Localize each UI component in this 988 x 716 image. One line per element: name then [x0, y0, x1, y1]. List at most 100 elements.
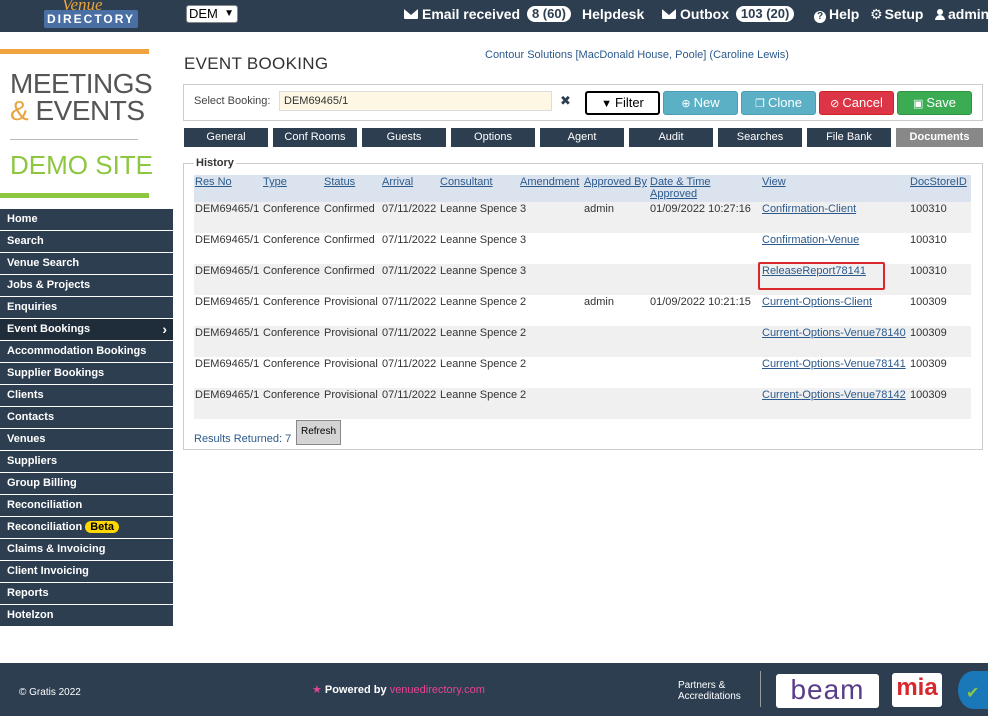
booking-context-link[interactable]: Contour Solutions [MacDonald House, Pool… — [485, 49, 789, 61]
document-link[interactable]: Current-Options-Venue78142 — [762, 389, 906, 401]
cell-view[interactable]: Confirmation-Venue — [761, 233, 909, 264]
sidebar-item-reconciliation-beta[interactable]: Reconciliation Beta — [0, 517, 173, 538]
cell-amendment: 3 — [519, 202, 583, 233]
org-select[interactable]: DEM ▼ — [186, 5, 238, 23]
org-select-value: DEM — [189, 6, 218, 21]
sidebar-item-venue-search[interactable]: Venue Search — [0, 253, 173, 274]
outbox-label: Outbox — [680, 6, 729, 22]
col-header-approved-by[interactable]: Approved By — [583, 175, 649, 202]
filter-button[interactable]: ▼ Filter — [585, 91, 660, 115]
cell-view[interactable]: Current-Options-Venue78140 — [761, 326, 909, 357]
cell-date-approved — [649, 264, 761, 295]
sidebar-item-client-invoicing[interactable]: Client Invoicing — [0, 561, 173, 582]
document-link[interactable]: Current-Options-Client — [762, 296, 872, 308]
sidebar-item-label: Home — [7, 213, 38, 225]
sidebar-item-claims-invoicing[interactable]: Claims & Invoicing — [0, 539, 173, 560]
document-link[interactable]: Confirmation-Venue — [762, 234, 859, 246]
save-button[interactable]: ▣ Save — [897, 91, 972, 115]
tab-options[interactable]: Options — [451, 128, 535, 147]
sidebar-item-label: Jobs & Projects — [7, 279, 91, 291]
col-header-docstoreid[interactable]: DocStoreID — [909, 175, 971, 202]
cell-view[interactable]: Current-Options-Client — [761, 295, 909, 326]
email-received-link[interactable]: Email received 8 (60) — [404, 0, 571, 28]
col-header-date-approved[interactable]: Date & Time Approved — [649, 175, 761, 202]
sidebar-item-label: Group Billing — [7, 477, 77, 489]
cell-consultant: Leanne Spence — [439, 233, 519, 264]
tab-documents[interactable]: Documents — [896, 128, 983, 147]
new-button-label: New — [693, 95, 720, 110]
sidebar-item-supplier-bookings[interactable]: Supplier Bookings — [0, 363, 173, 384]
cell-arrival: 07/11/2022 — [381, 326, 439, 357]
refresh-button[interactable]: Refresh — [296, 420, 341, 445]
sidebar-item-hotelzon[interactable]: Hotelzon — [0, 605, 173, 626]
setup-link[interactable]: ⚙ Setup — [870, 0, 923, 28]
sidebar-item-home[interactable]: Home — [0, 209, 173, 230]
sidebar-item-reports[interactable]: Reports — [0, 583, 173, 604]
sidebar-item-clients[interactable]: Clients — [0, 385, 173, 406]
venue-directory-logo[interactable]: Venue DIRECTORY — [44, 0, 138, 28]
tab-file-bank[interactable]: File Bank — [807, 128, 891, 147]
tab-agent[interactable]: Agent — [540, 128, 624, 147]
cell-amendment: 3 — [519, 264, 583, 295]
select-booking-input[interactable]: DEM69465/1 — [279, 91, 552, 111]
sidebar-item-contacts[interactable]: Contacts — [0, 407, 173, 428]
cell-status: Provisional — [323, 295, 381, 326]
document-link[interactable]: Current-Options-Venue78141 — [762, 358, 906, 370]
sidebar-item-label: Accommodation Bookings — [7, 345, 147, 357]
help-link[interactable]: ? Help — [814, 0, 859, 28]
cell-res-no: DEM69465/1 — [194, 233, 262, 264]
sidebar-item-jobs-projects[interactable]: Jobs & Projects — [0, 275, 173, 296]
document-link[interactable]: Current-Options-Venue78140 — [762, 327, 906, 339]
sidebar-item-reconciliation[interactable]: Reconciliation — [0, 495, 173, 516]
cell-type: Conference — [262, 202, 323, 233]
col-header-view[interactable]: View — [761, 175, 909, 202]
sidebar-item-event-bookings[interactable]: Event Bookings › — [0, 319, 173, 340]
cyber-essentials-logo[interactable]: ✔ — [958, 671, 988, 709]
col-header-consultant[interactable]: Consultant — [439, 175, 519, 202]
cell-view[interactable]: Current-Options-Venue78142 — [761, 388, 909, 419]
new-button[interactable]: ⊕ New — [663, 91, 738, 115]
user-menu[interactable]: admin — [935, 0, 988, 28]
helpdesk-link[interactable]: Helpdesk — [582, 0, 644, 28]
cancel-button[interactable]: ⊘ Cancel — [819, 91, 894, 115]
beam-logo[interactable]: beam — [776, 674, 879, 708]
document-link[interactable]: Confirmation-Client — [762, 203, 856, 215]
col-header-status[interactable]: Status — [323, 175, 381, 202]
booking-tabs: General Conf Rooms Guests Options Agent … — [184, 128, 984, 147]
brand-line-2: EVENTS — [35, 95, 145, 126]
col-header-res-no[interactable]: Res No — [194, 175, 262, 202]
mia-logo[interactable]: mia — [892, 673, 942, 707]
clone-button[interactable]: ❐ Clone — [741, 91, 816, 115]
sidebar-item-enquiries[interactable]: Enquiries — [0, 297, 173, 318]
cell-date-approved — [649, 388, 761, 419]
tab-searches[interactable]: Searches — [718, 128, 802, 147]
cell-view[interactable]: Current-Options-Venue78141 — [761, 357, 909, 388]
col-header-amendment[interactable]: Amendment — [519, 175, 583, 202]
top-bar: Venue DIRECTORY DEM ▼ Email received 8 (… — [0, 0, 988, 32]
sidebar-item-search[interactable]: Search — [0, 231, 173, 252]
chevron-down-icon: ▼ — [224, 8, 234, 19]
tab-conf-rooms[interactable]: Conf Rooms — [273, 128, 357, 147]
outbox-link[interactable]: Outbox 103 (20) — [662, 0, 795, 28]
sidebar-item-label: Event Bookings — [7, 323, 91, 335]
sidebar-item-group-billing[interactable]: Group Billing — [0, 473, 173, 494]
partners-label: Partners & Accreditations — [678, 680, 741, 702]
cell-view[interactable]: Confirmation-Client — [761, 202, 909, 233]
col-header-type[interactable]: Type — [262, 175, 323, 202]
powered-by[interactable]: ★ Powered by venuedirectory.com — [312, 683, 485, 696]
col-header-arrival[interactable]: Arrival — [381, 175, 439, 202]
cell-docstoreid: 100309 — [909, 357, 971, 388]
clear-booking-icon[interactable]: ✖ — [560, 93, 571, 109]
tab-general[interactable]: General — [184, 128, 268, 147]
sidebar-item-venues[interactable]: Venues — [0, 429, 173, 450]
cell-arrival: 07/11/2022 — [381, 388, 439, 419]
sidebar-item-label: Venues — [7, 433, 46, 445]
sidebar-item-suppliers[interactable]: Suppliers — [0, 451, 173, 472]
table-row: DEM69465/1 Conference Confirmed 07/11/2022 L… — [194, 202, 971, 233]
results-returned: Results Returned: 7 — [194, 433, 292, 445]
tab-guests[interactable]: Guests — [362, 128, 446, 147]
sidebar-item-accommodation-bookings[interactable]: Accommodation Bookings — [0, 341, 173, 362]
tab-audit[interactable]: Audit — [629, 128, 713, 147]
cell-res-no: DEM69465/1 — [194, 388, 262, 419]
cell-amendment: 2 — [519, 357, 583, 388]
